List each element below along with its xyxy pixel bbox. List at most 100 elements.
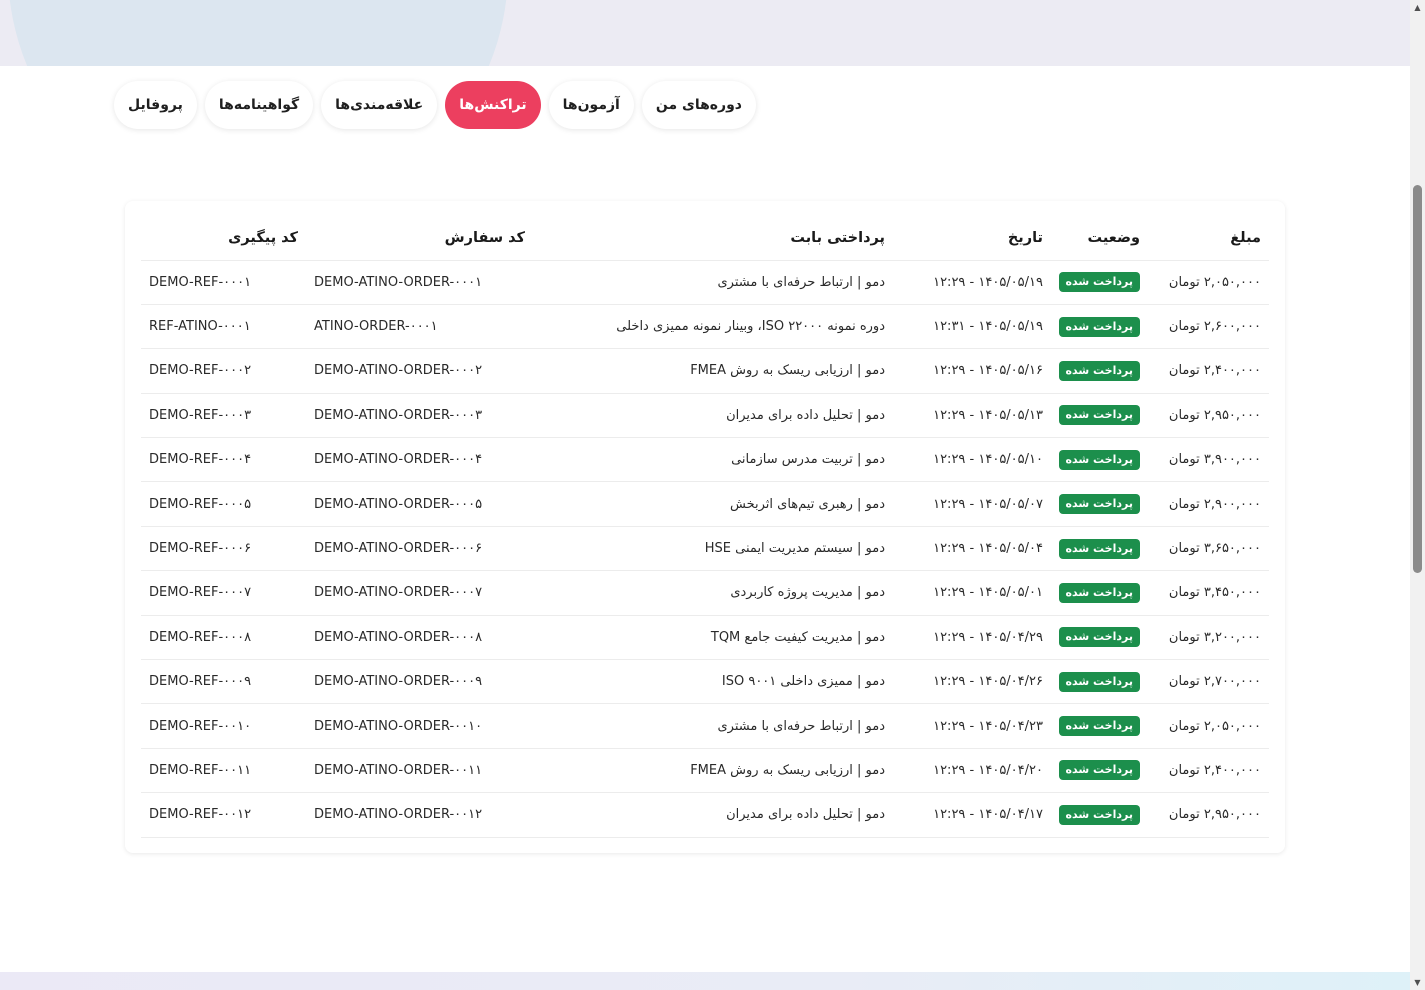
cell-date: ۱۴۰۵/۰۴/۲۳ - ۱۲:۲۹ [893,703,1051,749]
cell-status: پرداخت شده [1051,437,1148,483]
status-badge: پرداخت شده [1058,494,1140,515]
cell-order-code: DEMO-ATINO-ORDER-۰۰۰۴ [306,437,533,483]
cell-description: دمو | ممیزی داخلی ۹۰۰۱ ISO [533,659,893,705]
table-row: ۲,۴۰۰,۰۰۰ تومان پرداخت شده ۱۴۰۵/۰۵/۱۶ - ۱۲… [141,348,1269,394]
cell-description: دمو | ارتباط حرفه‌ای با مشتری [533,703,893,749]
transactions-table: مبلغ وضعیت تاریخ پرداختی بابت کد سفارش ک… [141,216,1269,838]
tab-favorites[interactable]: علاقه‌مندی‌ها [321,81,438,129]
status-badge: پرداخت شده [1058,360,1140,381]
table-row: ۲,۶۰۰,۰۰۰ تومان پرداخت شده ۱۴۰۵/۰۵/۱۹ - ۱۲… [141,304,1269,350]
cell-amount: ۳,۶۵۰,۰۰۰ تومان [1148,526,1269,572]
cell-order-code: DEMO-ATINO-ORDER-۰۰۰۵ [306,481,533,527]
header-amount: مبلغ [1148,216,1269,261]
cell-date: ۱۴۰۵/۰۴/۲۹ - ۱۲:۲۹ [893,615,1051,661]
header-date: تاریخ [893,216,1051,261]
scrollbar-thumb[interactable] [1413,185,1422,573]
cell-amount: ۲,۹۵۰,۰۰۰ تومان [1148,792,1269,838]
cell-description: دمو | ارتباط حرفه‌ای با مشتری [533,260,893,305]
cell-tracking-code: DEMO-REF-۰۰۰۷ [141,570,306,616]
tab-transactions[interactable]: تراکنش‌ها [445,81,541,129]
cell-status: پرداخت شده [1051,260,1148,305]
cell-amount: ۲,۹۵۰,۰۰۰ تومان [1148,393,1269,439]
scroll-up-arrow-icon[interactable]: ▲ [1410,0,1425,15]
header-description: پرداختی بابت [533,216,893,261]
scroll-down-arrow-icon[interactable]: ▼ [1410,975,1425,990]
cell-date: ۱۴۰۵/۰۵/۱۹ - ۱۲:۲۹ [893,260,1051,305]
status-badge: پرداخت شده [1058,582,1140,603]
status-badge: پرداخت شده [1058,804,1140,825]
tab-certificates[interactable]: گواهینامه‌ها [204,81,314,129]
cell-status: پرداخت شده [1051,570,1148,616]
cell-order-code: DEMO-ATINO-ORDER-۰۰۱۱ [306,748,533,794]
status-badge: پرداخت شده [1058,316,1140,337]
cell-order-code: DEMO-ATINO-ORDER-۰۰۰۸ [306,615,533,661]
cell-amount: ۳,۲۰۰,۰۰۰ تومان [1148,615,1269,661]
cell-order-code: DEMO-ATINO-ORDER-۰۰۰۱ [306,260,533,305]
transactions-table-body: ۲,۰۵۰,۰۰۰ تومان پرداخت شده ۱۴۰۵/۰۵/۱۹ - ۱۲… [141,260,1269,838]
cell-tracking-code: DEMO-REF-۰۰۰۹ [141,659,306,705]
cell-amount: ۲,۹۰۰,۰۰۰ تومان [1148,481,1269,527]
cell-status: پرداخت شده [1051,348,1148,394]
page-scrollbar[interactable]: ▲ ▼ [1410,0,1425,990]
hero-decorative-circle [8,0,508,66]
table-row: ۲,۷۰۰,۰۰۰ تومان پرداخت شده ۱۴۰۵/۰۴/۲۶ - ۱۲… [141,659,1269,705]
cell-status: پرداخت شده [1051,792,1148,838]
cell-order-code: ATINO-ORDER-۰۰۰۱ [306,304,533,350]
cell-date: ۱۴۰۵/۰۴/۲۶ - ۱۲:۲۹ [893,659,1051,705]
status-badge: پرداخت شده [1058,449,1140,470]
cell-amount: ۲,۴۰۰,۰۰۰ تومان [1148,748,1269,794]
tab-my-courses[interactable]: دوره‌های من [641,81,756,129]
cell-order-code: DEMO-ATINO-ORDER-۰۰۱۰ [306,703,533,749]
table-row: ۲,۹۵۰,۰۰۰ تومان پرداخت شده ۱۴۰۵/۰۵/۱۳ - ۱۲… [141,393,1269,439]
cell-order-code: DEMO-ATINO-ORDER-۰۰۰۲ [306,348,533,394]
tab-exams[interactable]: آزمون‌ها [548,81,634,129]
cell-tracking-code: DEMO-REF-۰۰۰۳ [141,393,306,439]
footer-band [0,972,1410,990]
cell-date: ۱۴۰۵/۰۴/۲۰ - ۱۲:۲۹ [893,748,1051,794]
table-header-row: مبلغ وضعیت تاریخ پرداختی بابت کد سفارش ک… [141,216,1269,261]
cell-tracking-code: REF-ATINO-۰۰۰۱ [141,304,306,350]
cell-description: دمو | تحلیل داده برای مدیران [533,792,893,838]
cell-amount: ۲,۷۰۰,۰۰۰ تومان [1148,659,1269,705]
tab-profile[interactable]: پروفایل [114,81,197,129]
cell-description: دمو | مدیریت پروژه کاربردی [533,570,893,616]
cell-amount: ۲,۰۵۰,۰۰۰ تومان [1148,260,1269,305]
table-row: ۳,۲۰۰,۰۰۰ تومان پرداخت شده ۱۴۰۵/۰۴/۲۹ - ۱۲… [141,615,1269,661]
cell-tracking-code: DEMO-REF-۰۰۰۴ [141,437,306,483]
hero-banner [0,0,1410,66]
cell-status: پرداخت شده [1051,393,1148,439]
cell-description: دمو | مدیریت کیفیت جامع TQM [533,615,893,661]
cell-tracking-code: DEMO-REF-۰۰۰۱ [141,260,306,305]
header-status: وضعیت [1051,216,1148,261]
status-badge: پرداخت شده [1058,760,1140,781]
cell-description: دوره نمونه ۲۲۰۰۰ ISO، وبینار نمونه ممیزی… [533,304,893,350]
table-row: ۲,۰۵۰,۰۰۰ تومان پرداخت شده ۱۴۰۵/۰۵/۱۹ - ۱۲… [141,260,1269,305]
cell-amount: ۲,۰۵۰,۰۰۰ تومان [1148,703,1269,749]
cell-date: ۱۴۰۵/۰۴/۱۷ - ۱۲:۲۹ [893,792,1051,838]
cell-order-code: DEMO-ATINO-ORDER-۰۰۱۲ [306,792,533,838]
cell-date: ۱۴۰۵/۰۵/۱۳ - ۱۲:۲۹ [893,393,1051,439]
cell-date: ۱۴۰۵/۰۵/۰۱ - ۱۲:۲۹ [893,570,1051,616]
cell-status: پرداخت شده [1051,748,1148,794]
cell-tracking-code: DEMO-REF-۰۰۰۲ [141,348,306,394]
header-order-code: کد سفارش [306,216,533,261]
status-badge: پرداخت شده [1058,716,1140,737]
cell-amount: ۲,۴۰۰,۰۰۰ تومان [1148,348,1269,394]
cell-description: دمو | ارزیابی ریسک به روش FMEA [533,748,893,794]
cell-tracking-code: DEMO-REF-۰۰۱۱ [141,748,306,794]
cell-status: پرداخت شده [1051,481,1148,527]
cell-order-code: DEMO-ATINO-ORDER-۰۰۰۷ [306,570,533,616]
table-row: ۲,۹۰۰,۰۰۰ تومان پرداخت شده ۱۴۰۵/۰۵/۰۷ - ۱۲… [141,481,1269,527]
table-row: ۲,۴۰۰,۰۰۰ تومان پرداخت شده ۱۴۰۵/۰۴/۲۰ - ۱۲… [141,748,1269,794]
cell-description: دمو | تربیت مدرس سازمانی [533,437,893,483]
cell-status: پرداخت شده [1051,304,1148,350]
table-row: ۳,۶۵۰,۰۰۰ تومان پرداخت شده ۱۴۰۵/۰۵/۰۴ - ۱۲… [141,526,1269,572]
transactions-card: مبلغ وضعیت تاریخ پرداختی بابت کد سفارش ک… [125,201,1285,853]
cell-amount: ۲,۶۰۰,۰۰۰ تومان [1148,304,1269,350]
status-badge: پرداخت شده [1058,405,1140,426]
cell-date: ۱۴۰۵/۰۵/۱۹ - ۱۲:۳۱ [893,304,1051,350]
table-row: ۳,۹۰۰,۰۰۰ تومان پرداخت شده ۱۴۰۵/۰۵/۱۰ - ۱۲… [141,437,1269,483]
cell-tracking-code: DEMO-REF-۰۰۰۸ [141,615,306,661]
cell-order-code: DEMO-ATINO-ORDER-۰۰۰۶ [306,526,533,572]
status-badge: پرداخت شده [1058,538,1140,559]
